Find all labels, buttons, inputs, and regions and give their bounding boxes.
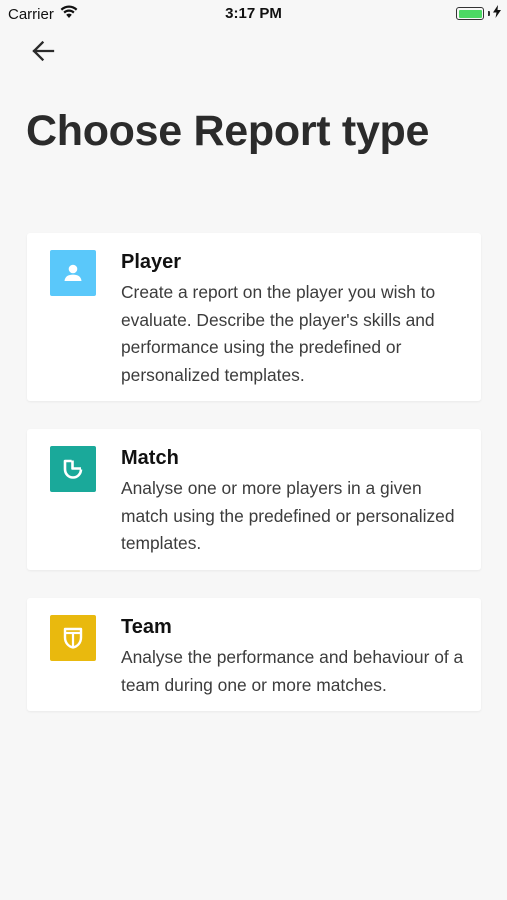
card-body: Team Analyse the performance and behavio… [121,614,471,699]
card-description: Create a report on the player you wish t… [121,282,436,385]
status-right [456,5,501,22]
card-body: Match Analyse one or more players in a g… [121,445,471,558]
card-title: Match [121,447,179,469]
page-title: Choose Report type [26,107,430,155]
status-time: 3:17 PM [225,5,282,22]
card-title: Player [121,251,182,273]
card-description: Analyse one or more players in a given m… [121,478,455,554]
card-body: Player Create a report on the player you… [121,249,471,389]
battery-tip [488,11,490,16]
battery-icon [456,7,484,20]
battery-fill [458,9,482,18]
person-icon [50,250,96,296]
card-description: Analyse the performance and behaviour of… [121,647,464,695]
charging-bolt-icon [493,5,501,22]
arrow-left-icon [31,40,55,67]
back-button[interactable] [26,36,60,70]
report-type-card-match[interactable]: Match Analyse one or more players in a g… [27,429,481,570]
status-bar: Carrier 3:17 PM [0,0,507,28]
card-title: Team [121,616,172,638]
report-type-card-team[interactable]: Team Analyse the performance and behavio… [27,598,481,711]
report-type-card-player[interactable]: Player Create a report on the player you… [27,233,481,401]
team-shield-icon [50,615,96,661]
match-shield-icon [50,446,96,492]
screen: Carrier 3:17 PM Choose Report type Playe… [0,0,507,900]
